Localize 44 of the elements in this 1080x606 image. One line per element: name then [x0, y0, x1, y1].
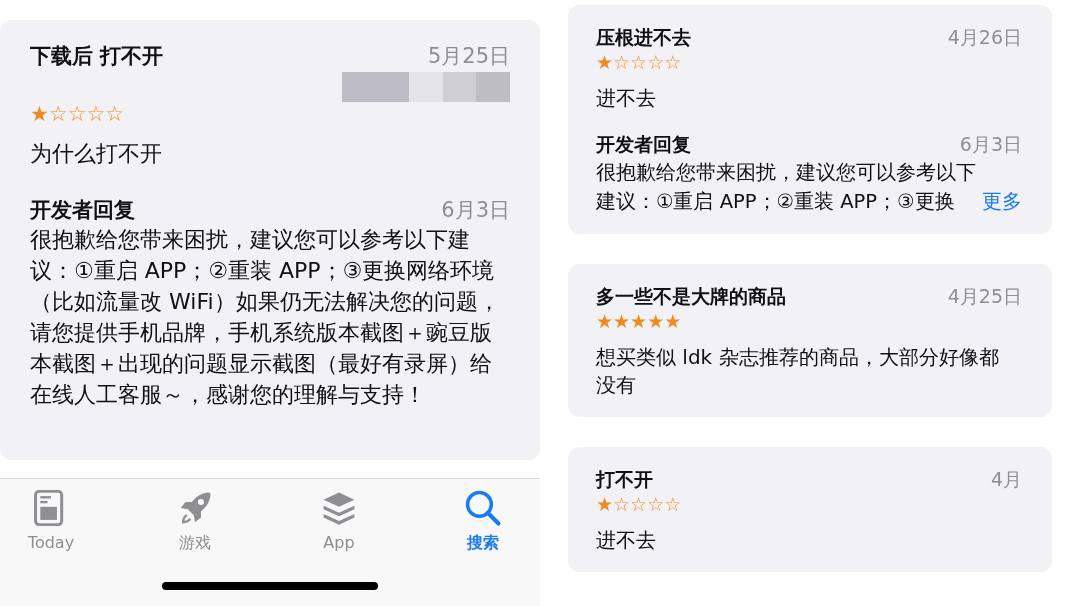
reply-date: 6月3日 — [959, 132, 1022, 157]
review-date: 4月 — [990, 467, 1022, 492]
review-text: 想买类似 ldk 杂志推荐的商品，大部分好像都没有 — [596, 344, 1000, 399]
star-icon: ★ — [596, 312, 614, 331]
tab-item[interactable]: Today — [16, 489, 86, 554]
reply-label: 开发者回复 — [30, 196, 135, 224]
reply-label: 开发者回复 — [596, 132, 691, 157]
star-icon: ★ — [664, 312, 682, 331]
review-text: 进不去 — [596, 85, 657, 112]
star-icon: ☆ — [664, 495, 682, 514]
reply-date: 6月3日 — [441, 196, 510, 224]
review-text: 为什么打不开 — [30, 140, 163, 168]
star-icon: ★ — [30, 104, 49, 125]
review-title: 下载后 打不开 — [30, 43, 164, 70]
review-title: 压根进不去 — [596, 25, 691, 50]
review-title: 打不开 — [596, 467, 653, 492]
reply-text: 很抱歉给您带来困扰，建议您可以参考以下建议：①重启 APP；②重装 APP；③更换 — [596, 160, 976, 215]
star-icon: ☆ — [647, 495, 665, 514]
star-icon: ☆ — [48, 104, 68, 125]
search-icon — [464, 489, 502, 527]
review-date: 4月25日 — [947, 284, 1022, 309]
star-icon: ☆ — [664, 53, 682, 72]
review-text: 进不去 — [596, 527, 657, 554]
more-link[interactable]: 更多 — [982, 187, 1022, 216]
star-icon: ☆ — [647, 53, 665, 72]
review-date: 4月26日 — [947, 25, 1022, 50]
star-icon: ☆ — [630, 495, 648, 514]
review-date: 5月25日 — [427, 43, 510, 70]
star-icon: ★ — [647, 312, 665, 331]
reply-text: 很抱歉给您带来困扰，建议您可以参考以下建议：①重启 APP；②重装 APP；③更换网络环境（比如流量改 WiFi）如果仍无法解决您的问题，请您提供手机品牌，手机系统版本截图＋豌豆版本截图＋出现的问题显示截图（最好有录屏）给在线人工客服～，感谢您的理解与支持！ — [30, 225, 501, 409]
star-icon: ★ — [613, 312, 631, 331]
star-icon: ☆ — [613, 53, 631, 72]
star-icon: ☆ — [630, 53, 648, 72]
tab-item[interactable]: 搜索 — [448, 489, 518, 554]
star-icon: ★ — [596, 53, 614, 72]
star-icon: ☆ — [613, 495, 631, 514]
tab-item[interactable]: App — [304, 489, 374, 554]
star-icon: ☆ — [86, 104, 106, 125]
review-title: 多一些不是大牌的商品 — [596, 284, 786, 309]
star-icon: ★ — [630, 312, 648, 331]
star-icon: ★ — [596, 495, 614, 514]
star-icon: ☆ — [105, 104, 125, 125]
tab-item[interactable]: 游戏 — [160, 489, 230, 554]
star-icon: ☆ — [67, 104, 87, 125]
